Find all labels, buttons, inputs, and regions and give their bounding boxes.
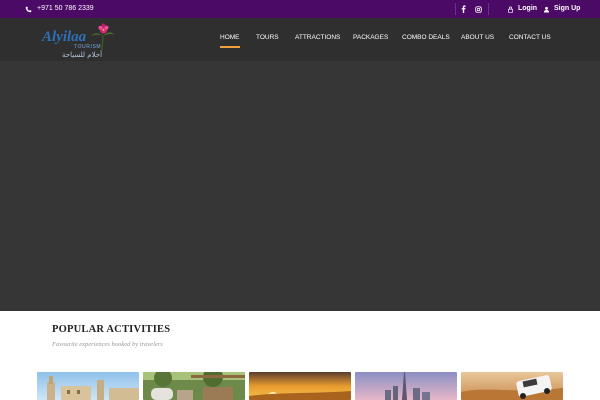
activity-card-sunset[interactable] — [249, 372, 351, 400]
logo-sub-text: TOURISM — [74, 44, 101, 50]
activity-card-souk[interactable] — [143, 372, 245, 400]
nav-item-tours[interactable]: TOURS — [256, 18, 279, 61]
activity-card-desert-safari[interactable] — [461, 372, 563, 400]
activity-card-skyline[interactable] — [355, 372, 457, 400]
section-title: POPULAR ACTIVITIES — [52, 324, 171, 335]
activity-image — [37, 372, 139, 400]
instagram-icon[interactable] — [471, 0, 486, 18]
login-label: Login — [518, 5, 538, 12]
nav-item-home[interactable]: HOME — [220, 18, 240, 61]
section-subtitle: Favourite experiences booked by traveler… — [52, 341, 163, 348]
social-links — [455, 0, 489, 18]
top-bar: +971 50 786 2339 Login Sign Up — [0, 0, 600, 18]
activity-cards — [0, 372, 600, 400]
nav-item-attractions[interactable]: ATTRACTIONS — [295, 18, 340, 61]
nav-item-combo-deals[interactable]: COMBO DEALS — [402, 18, 450, 61]
activity-card-heritage[interactable] — [37, 372, 139, 400]
logo-arabic-text: أحلام للسياحة — [62, 50, 102, 59]
signup-label: Sign Up — [554, 5, 581, 12]
lock-icon — [508, 5, 513, 13]
activity-image — [249, 372, 351, 400]
user-icon — [543, 6, 550, 12]
hero-banner — [0, 61, 600, 311]
facebook-icon[interactable] — [456, 0, 471, 18]
phone-contact[interactable]: +971 50 786 2339 — [25, 0, 94, 18]
login-link[interactable]: Login — [507, 0, 537, 18]
activity-image — [355, 372, 457, 400]
logo-latin-text: Alyilaa — [41, 29, 87, 45]
activity-image — [461, 372, 563, 400]
divider — [488, 3, 489, 15]
nav-item-packages[interactable]: PACKAGES — [353, 18, 388, 61]
nav-item-about-us[interactable]: ABOUT US — [461, 18, 494, 61]
signup-link[interactable]: Sign Up — [543, 0, 580, 18]
divider — [455, 3, 456, 15]
site-logo[interactable]: Alyilaa TOURISM أحلام للسياحة — [40, 20, 120, 60]
nav-item-contact-us[interactable]: CONTACT US — [509, 18, 551, 61]
phone-number: +971 50 786 2339 — [37, 5, 94, 12]
activity-image — [143, 372, 245, 400]
phone-icon — [25, 6, 32, 12]
